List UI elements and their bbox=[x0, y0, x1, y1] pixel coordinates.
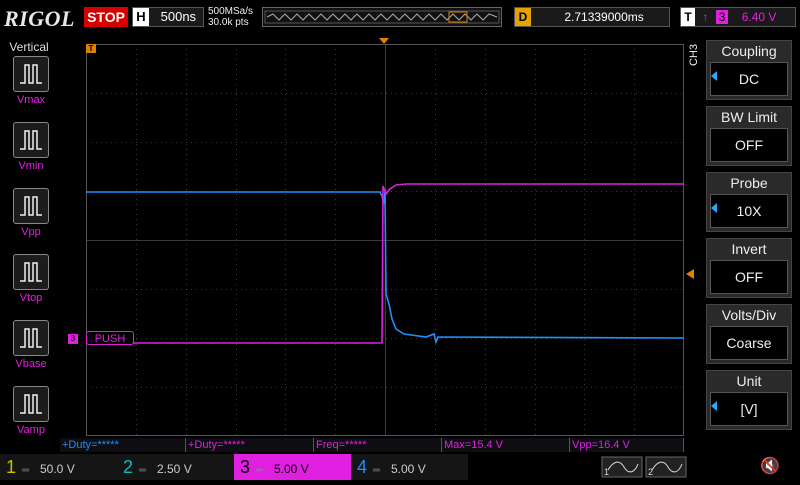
channel-scale: 2.50 V bbox=[157, 462, 192, 476]
measure-item-vmax[interactable]: Vmax bbox=[11, 56, 51, 106]
measurement-readout[interactable]: +Duty=***** bbox=[186, 438, 314, 452]
measure-panel-title: Vertical bbox=[9, 40, 49, 54]
sample-rate: 500MSa/s bbox=[208, 6, 254, 17]
memory-depth: 30.0k pts bbox=[208, 17, 249, 28]
timebase-value: 500ns bbox=[160, 9, 197, 24]
channel-3-tab[interactable]: 3 ═ 5.00 V bbox=[234, 454, 351, 480]
measure-item-label: Vamp bbox=[17, 424, 45, 436]
channel-number: 1 bbox=[5, 457, 16, 477]
channel-number: 3 bbox=[239, 457, 250, 477]
menu-volts-div[interactable]: Volts/Div Coarse bbox=[706, 304, 792, 364]
timebase-box[interactable]: H 500ns bbox=[132, 7, 204, 27]
measure-item-label: Vbase bbox=[15, 358, 47, 370]
measure-panel: Vertical Vmax Vmin Vpp Vtop Vbase Vamp bbox=[0, 38, 58, 438]
menu-bw-limit[interactable]: BW Limit OFF bbox=[706, 106, 792, 166]
menu-value: [V] bbox=[710, 392, 788, 426]
delay-value: 2.71339000ms bbox=[564, 10, 644, 24]
menu-value: Coarse bbox=[710, 326, 788, 360]
top-status-bar: RIGOL STOP H 500ns 500MSa/s 30.0k pts D … bbox=[0, 0, 800, 36]
menu-title: Unit bbox=[736, 373, 762, 389]
channel-2-tab[interactable]: 2 ═ 2.50 V bbox=[117, 454, 234, 480]
vmin-icon bbox=[13, 122, 49, 158]
timebase-label: H bbox=[133, 8, 149, 26]
menu-title: Invert bbox=[731, 241, 767, 257]
channel-number: 2 bbox=[122, 457, 133, 477]
overview-trace bbox=[264, 10, 500, 24]
svg-text:2: 2 bbox=[648, 467, 653, 477]
measure-item-vamp[interactable]: Vamp bbox=[11, 386, 51, 436]
trigger-level: 6.40 V bbox=[741, 10, 777, 24]
knob-icons: 1 2 bbox=[601, 456, 687, 478]
menu-invert[interactable]: Invert OFF bbox=[706, 238, 792, 298]
menu-title: Coupling bbox=[721, 43, 777, 59]
measure-item-label: Vtop bbox=[19, 292, 43, 304]
waveform-display bbox=[86, 44, 684, 436]
channel-scale: 50.0 V bbox=[40, 462, 75, 476]
select-arrow-icon bbox=[711, 71, 717, 81]
acquisition-info: 500MSa/s 30.0k pts bbox=[208, 6, 253, 28]
speaker-muted-icon[interactable]: 🔇 bbox=[760, 456, 780, 476]
ch3-ground-marker[interactable]: 3 bbox=[68, 334, 78, 344]
navigation-knob-area: 1 2 bbox=[600, 454, 710, 480]
vmax-icon bbox=[13, 56, 49, 92]
menu-title: Volts/Div bbox=[721, 307, 777, 323]
measure-item-label: Vmin bbox=[18, 160, 44, 172]
menu-coupling[interactable]: Coupling DC bbox=[706, 40, 792, 100]
menu-channel-tag: CH3 bbox=[688, 43, 700, 66]
delay-box[interactable]: D 2.71339000ms bbox=[514, 7, 670, 27]
run-stop-indicator[interactable]: STOP bbox=[84, 7, 128, 27]
trigger-position-arrow[interactable] bbox=[379, 38, 389, 44]
rising-edge-icon: ↑ bbox=[702, 10, 709, 24]
trigger-box[interactable]: T ↑ 3 6.40 V bbox=[680, 7, 796, 27]
menu-value: OFF bbox=[710, 128, 788, 162]
vpp-icon bbox=[13, 188, 49, 224]
measure-item-label: Vpp bbox=[21, 226, 41, 238]
menu-title: BW Limit bbox=[721, 109, 777, 125]
channel-scale: 5.00 V bbox=[274, 462, 309, 476]
menu-unit[interactable]: Unit [V] bbox=[706, 370, 792, 430]
measure-item-label: Vmax bbox=[16, 94, 46, 106]
measurement-readout[interactable]: Vpp=16.4 V bbox=[570, 438, 684, 452]
measurement-readout[interactable]: Freq=***** bbox=[314, 438, 442, 452]
trigger-label: T bbox=[681, 8, 695, 26]
menu-value: 10X bbox=[710, 194, 788, 228]
measure-item-vtop[interactable]: Vtop bbox=[11, 254, 51, 304]
channel-1-tab[interactable]: 1 ═ 50.0 V bbox=[0, 454, 117, 480]
vtop-icon bbox=[13, 254, 49, 290]
menu-value: DC bbox=[710, 62, 788, 96]
dc-coupling-icon: ═ bbox=[373, 465, 381, 476]
dc-coupling-icon: ═ bbox=[139, 465, 147, 476]
dc-coupling-icon: ═ bbox=[256, 465, 264, 476]
select-arrow-icon bbox=[711, 401, 717, 411]
channel-number: 4 bbox=[356, 457, 367, 477]
delay-label: D bbox=[515, 8, 531, 26]
trigger-level-arrow[interactable] bbox=[686, 269, 694, 279]
trigger-source: 3 bbox=[715, 10, 729, 24]
measurement-readout[interactable]: Max=15.4 V bbox=[442, 438, 570, 452]
measurement-readout[interactable]: +Duty=***** bbox=[60, 438, 186, 452]
select-arrow-icon bbox=[711, 203, 717, 213]
dc-coupling-icon: ═ bbox=[22, 465, 30, 476]
menu-value: OFF bbox=[710, 260, 788, 294]
rigol-logo: RIGOL bbox=[4, 6, 75, 31]
channel-scale: 5.00 V bbox=[391, 462, 426, 476]
trigger-time-marker: T bbox=[86, 44, 96, 53]
vamp-icon bbox=[13, 386, 49, 422]
channel-label-tag: PUSH bbox=[86, 331, 134, 345]
menu-title: Probe bbox=[730, 175, 768, 191]
measure-item-vbase[interactable]: Vbase bbox=[11, 320, 51, 370]
svg-text:1: 1 bbox=[604, 467, 609, 477]
waveform-overview bbox=[262, 7, 502, 27]
measure-item-vmin[interactable]: Vmin bbox=[11, 122, 51, 172]
channel-4-tab[interactable]: 4 ═ 5.00 V bbox=[351, 454, 468, 480]
vbase-icon bbox=[13, 320, 49, 356]
menu-probe[interactable]: Probe 10X bbox=[706, 172, 792, 232]
measure-item-vpp[interactable]: Vpp bbox=[11, 188, 51, 238]
